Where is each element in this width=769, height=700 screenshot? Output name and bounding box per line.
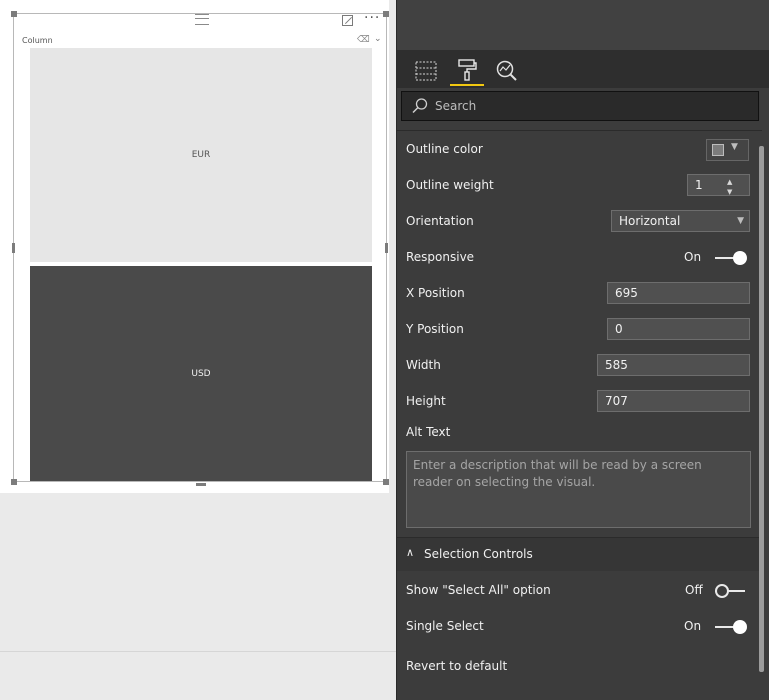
width-input[interactable]: 585: [597, 354, 750, 376]
orientation-dropdown[interactable]: Horizontal ▼: [611, 210, 750, 232]
y-position-value: 0: [615, 322, 623, 336]
responsive-label: Responsive: [406, 250, 475, 264]
pane-tabbar: [397, 50, 769, 88]
resize-handle-bottom-right[interactable]: [383, 479, 389, 485]
tab-analytics[interactable]: [490, 56, 524, 86]
toggle-knob: [715, 584, 729, 598]
resize-handle-top-right[interactable]: [383, 11, 389, 17]
x-position-label: X Position: [406, 286, 465, 300]
responsive-state: On: [684, 250, 702, 264]
more-options-icon[interactable]: ···: [364, 10, 380, 26]
toggle-knob: [733, 251, 747, 265]
pane-header: [397, 0, 769, 50]
outline-weight-stepper[interactable]: 1 ▲ ▼: [687, 174, 750, 196]
report-canvas: ··· Column ⌫ ⌄ EUR USD: [0, 0, 396, 700]
search-box[interactable]: [401, 91, 759, 121]
alt-text-input[interactable]: [406, 451, 751, 528]
slicer-tile-usd[interactable]: USD: [30, 266, 372, 481]
y-position-input[interactable]: 0: [607, 318, 750, 340]
alt-text-label: Alt Text: [406, 425, 451, 439]
drag-grip-icon[interactable]: [195, 14, 209, 25]
resize-handle-right[interactable]: [385, 243, 388, 253]
slicer-tile-eur[interactable]: EUR: [30, 48, 372, 262]
search-icon: [412, 98, 428, 114]
outline-color-picker[interactable]: ▼: [706, 139, 749, 161]
outline-weight-value: 1: [695, 178, 703, 192]
chevron-up-icon: ∧: [406, 546, 415, 559]
tile-label: USD: [191, 368, 211, 379]
tab-fields[interactable]: [409, 56, 443, 86]
x-position-value: 695: [615, 286, 638, 300]
height-input[interactable]: 707: [597, 390, 750, 412]
resize-handle-bottom-left[interactable]: [11, 479, 17, 485]
format-paint-roller-icon: [458, 59, 477, 81]
width-value: 585: [605, 358, 628, 372]
slicer-title: Column: [22, 36, 53, 45]
color-swatch: [712, 144, 724, 156]
tile-label: EUR: [191, 150, 211, 160]
responsive-toggle[interactable]: [715, 251, 747, 265]
selection-controls-header[interactable]: ∧ Selection Controls: [397, 538, 762, 571]
single-select-toggle[interactable]: [715, 620, 747, 634]
fields-icon: [415, 61, 437, 81]
show-select-all-state: Off: [685, 583, 703, 597]
outline-weight-label: Outline weight: [406, 178, 494, 192]
resize-handle-bottom[interactable]: [196, 483, 206, 486]
x-position-input[interactable]: 695: [607, 282, 750, 304]
height-value: 707: [605, 394, 628, 408]
single-select-state: On: [684, 619, 702, 633]
outline-color-label: Outline color: [406, 142, 483, 156]
show-select-all-toggle[interactable]: [715, 584, 747, 598]
focus-mode-icon[interactable]: [342, 15, 353, 26]
caret-down-icon: ▼: [737, 216, 744, 226]
show-select-all-label: Show "Select All" option: [406, 583, 551, 597]
tab-format[interactable]: [450, 56, 484, 86]
height-label: Height: [406, 394, 446, 408]
resize-handle-top-left[interactable]: [11, 11, 17, 17]
single-select-label: Single Select: [406, 619, 484, 633]
y-position-label: Y Position: [406, 322, 464, 336]
format-pane: Outline color ▼ Outline weight 1 ▲ ▼ Ori…: [396, 0, 769, 700]
orientation-label: Orientation: [406, 214, 474, 228]
resize-handle-left[interactable]: [12, 243, 15, 253]
search-input[interactable]: [433, 98, 737, 114]
toggle-knob: [733, 620, 747, 634]
caret-down-icon: ▼: [731, 142, 738, 152]
section-title: Selection Controls: [424, 547, 533, 561]
spin-down-icon[interactable]: ▼: [727, 182, 732, 202]
clear-selections-icon[interactable]: ⌫: [357, 35, 370, 45]
pane-scrollbar[interactable]: [759, 146, 764, 672]
chevron-down-icon[interactable]: ⌄: [374, 34, 382, 44]
orientation-value: Horizontal: [619, 214, 681, 228]
analytics-magnifier-icon: [496, 60, 517, 81]
page-divider: [0, 651, 396, 652]
width-label: Width: [406, 358, 441, 372]
revert-to-default-link[interactable]: Revert to default: [406, 659, 507, 673]
section-divider: [397, 130, 762, 131]
